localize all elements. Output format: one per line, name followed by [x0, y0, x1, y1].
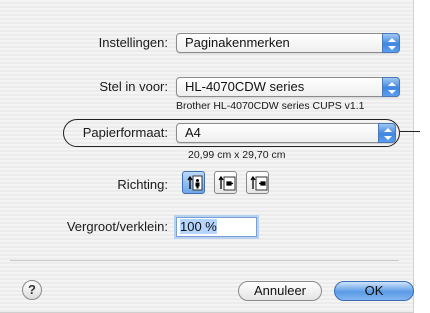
paper-dimensions: 20,99 cm x 29,70 cm	[188, 149, 286, 161]
help-button[interactable]: ?	[22, 280, 42, 300]
landscape-icon	[218, 175, 236, 191]
settings-popup[interactable]: Paginakenmerken	[176, 33, 400, 53]
popup-arrows-icon	[378, 123, 396, 143]
paper-size-value: A4	[185, 125, 201, 140]
scale-label: Vergroot/verklein:	[66, 219, 168, 234]
scale-input[interactable]: 100 %	[176, 217, 257, 237]
format-for-label: Stel in voor:	[99, 79, 168, 94]
format-for-popup[interactable]: HL-4070CDW series	[176, 77, 400, 97]
orientation-landscape-button[interactable]	[214, 171, 237, 194]
callout-leader-line	[400, 131, 420, 132]
scale-value: 100 %	[180, 219, 217, 234]
orientation-portrait-button[interactable]	[182, 171, 205, 194]
paper-size-label: Papierformaat:	[82, 125, 168, 140]
printer-detail: Brother HL-4070CDW series CUPS v1.1	[176, 100, 365, 112]
orientation-landscape-reversed-button[interactable]	[246, 171, 269, 194]
cancel-button[interactable]: Annuleer	[238, 281, 322, 301]
separator	[10, 260, 399, 261]
portrait-icon	[187, 175, 203, 191]
ok-button[interactable]: OK	[334, 281, 414, 301]
landscape-reversed-icon	[250, 175, 268, 191]
paper-size-popup[interactable]: A4	[176, 123, 396, 143]
popup-arrows-icon	[382, 77, 400, 97]
popup-arrows-icon	[382, 33, 400, 53]
settings-label: Instellingen:	[98, 35, 168, 50]
page-setup-dialog: Instellingen: Paginakenmerken Stel in vo…	[0, 0, 420, 313]
format-for-value: HL-4070CDW series	[185, 79, 305, 94]
orientation-label: Richting:	[117, 177, 168, 192]
settings-value: Paginakenmerken	[185, 35, 290, 50]
